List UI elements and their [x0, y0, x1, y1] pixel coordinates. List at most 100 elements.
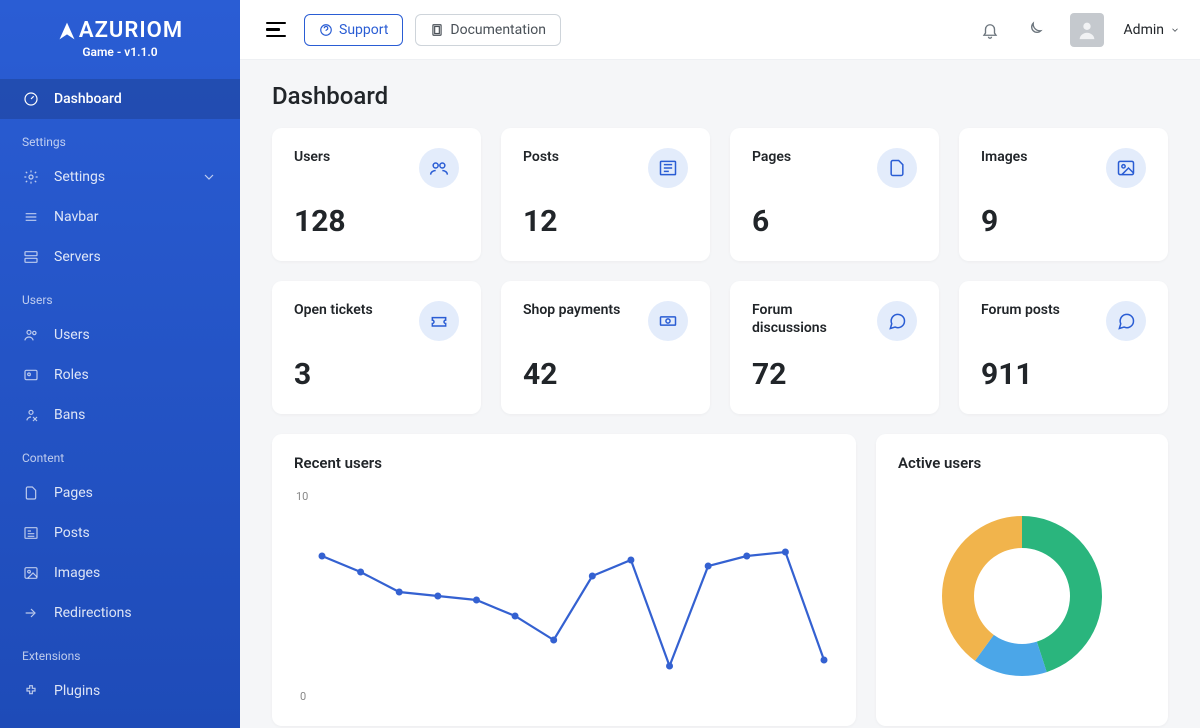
sidebar-item-pages[interactable]: Pages	[0, 473, 240, 513]
file-icon	[22, 484, 40, 502]
sidebar-item-settings[interactable]: Settings	[0, 157, 240, 197]
stat-label: Forum discussions	[752, 301, 862, 337]
stat-value: 42	[523, 357, 688, 392]
stat-value: 72	[752, 357, 917, 392]
sidebar-item-images[interactable]: Images	[0, 553, 240, 593]
sidebar-label-posts: Posts	[54, 525, 90, 541]
sidebar-label-servers: Servers	[54, 249, 101, 265]
stat-card[interactable]: Users 128	[272, 128, 481, 261]
sidebar-label-users: Users	[54, 327, 90, 343]
nav-heading-content: Content	[0, 435, 240, 473]
nav: Dashboard Settings Settings Navbar Serve…	[0, 79, 240, 711]
svg-text:0: 0	[300, 690, 306, 703]
gear-icon	[22, 168, 40, 186]
page-title: Dashboard	[272, 82, 1168, 110]
image-icon	[1106, 148, 1146, 188]
brand-logo-icon	[57, 21, 77, 41]
sidebar-item-posts[interactable]: Posts	[0, 513, 240, 553]
user-menu[interactable]: Admin	[1124, 22, 1180, 38]
sidebar-label-roles: Roles	[54, 367, 89, 383]
image-icon	[22, 564, 40, 582]
stat-cards: Users 128 Posts 12 Pages 6 Images 9 Open…	[272, 128, 1168, 414]
stat-value: 9	[981, 204, 1146, 239]
brand: AZURIOM Game - v1.1.0	[0, 0, 240, 69]
newspaper-icon	[648, 148, 688, 188]
sidebar-item-dashboard[interactable]: Dashboard	[0, 79, 240, 119]
stat-label: Users	[294, 148, 330, 166]
theme-toggle-icon[interactable]	[1024, 20, 1044, 40]
active-users-chart	[898, 486, 1146, 696]
sidebar-label-pages: Pages	[54, 485, 93, 501]
stat-label: Posts	[523, 148, 559, 166]
sidebar-item-plugins[interactable]: Plugins	[0, 671, 240, 711]
chevron-down-icon	[1170, 25, 1180, 35]
stat-card[interactable]: Shop payments 42	[501, 281, 710, 414]
dashboard-icon	[22, 90, 40, 108]
newspaper-icon	[22, 524, 40, 542]
sidebar-label-images: Images	[54, 565, 100, 581]
brand-logo: AZURIOM	[0, 18, 240, 43]
stat-card[interactable]: Posts 12	[501, 128, 710, 261]
active-users-title: Active users	[898, 454, 1146, 472]
id-icon	[22, 366, 40, 384]
recent-users-chart: 10 0	[294, 486, 834, 706]
doc-icon	[430, 23, 444, 37]
support-button[interactable]: Support	[304, 14, 403, 46]
sidebar-item-redirections[interactable]: Redirections	[0, 593, 240, 633]
sidebar-label-bans: Bans	[54, 407, 85, 423]
sidebar-label-dashboard: Dashboard	[54, 91, 122, 107]
stat-card[interactable]: Forum posts 911	[959, 281, 1168, 414]
sidebar-item-servers[interactable]: Servers	[0, 237, 240, 277]
stat-label: Pages	[752, 148, 791, 166]
chat-icon	[877, 301, 917, 341]
recent-users-card: Recent users 10 0	[272, 434, 856, 726]
sidebar: AZURIOM Game - v1.1.0 Dashboard Settings…	[0, 0, 240, 728]
ticket-icon	[419, 301, 459, 341]
sidebar-item-roles[interactable]: Roles	[0, 355, 240, 395]
nav-heading-extensions: Extensions	[0, 633, 240, 671]
nav-heading-settings: Settings	[0, 119, 240, 157]
stat-value: 128	[294, 204, 459, 239]
server-icon	[22, 248, 40, 266]
stat-label: Images	[981, 148, 1027, 166]
active-users-card: Active users	[876, 434, 1168, 726]
sidebar-item-bans[interactable]: Bans	[0, 395, 240, 435]
chevron-down-icon	[200, 168, 218, 186]
stat-value: 911	[981, 357, 1146, 392]
brand-name: AZURIOM	[79, 18, 183, 43]
stat-value: 6	[752, 204, 917, 239]
svg-text:10: 10	[296, 490, 308, 503]
sidebar-label-navbar: Navbar	[54, 209, 99, 225]
file-icon	[877, 148, 917, 188]
sidebar-label-plugins: Plugins	[54, 683, 100, 699]
main: Support Documentation Admin Dashboard Us…	[240, 0, 1200, 728]
chat-icon	[1106, 301, 1146, 341]
documentation-button[interactable]: Documentation	[415, 14, 561, 46]
sidebar-label-settings: Settings	[54, 169, 105, 185]
menu-toggle[interactable]	[260, 16, 292, 44]
stat-card[interactable]: Forum discussions 72	[730, 281, 939, 414]
sidebar-label-redirections: Redirections	[54, 605, 132, 621]
brand-subtitle: Game - v1.1.0	[0, 45, 240, 59]
bell-icon[interactable]	[980, 20, 1000, 40]
avatar[interactable]	[1070, 13, 1104, 47]
stat-card[interactable]: Images 9	[959, 128, 1168, 261]
sidebar-item-users[interactable]: Users	[0, 315, 240, 355]
puzzle-icon	[22, 682, 40, 700]
help-icon	[319, 23, 333, 37]
recent-users-title: Recent users	[294, 454, 834, 472]
stat-card[interactable]: Pages 6	[730, 128, 939, 261]
topbar: Support Documentation Admin	[240, 0, 1200, 60]
stat-card[interactable]: Open tickets 3	[272, 281, 481, 414]
users-icon	[419, 148, 459, 188]
stat-label: Forum posts	[981, 301, 1060, 319]
content: Dashboard Users 128 Posts 12 Pages 6 Ima…	[240, 60, 1200, 728]
user-name: Admin	[1124, 22, 1164, 38]
list-icon	[22, 208, 40, 226]
documentation-label: Documentation	[450, 22, 546, 38]
stat-value: 3	[294, 357, 459, 392]
redirect-icon	[22, 604, 40, 622]
sidebar-item-navbar[interactable]: Navbar	[0, 197, 240, 237]
stat-value: 12	[523, 204, 688, 239]
users-icon	[22, 326, 40, 344]
